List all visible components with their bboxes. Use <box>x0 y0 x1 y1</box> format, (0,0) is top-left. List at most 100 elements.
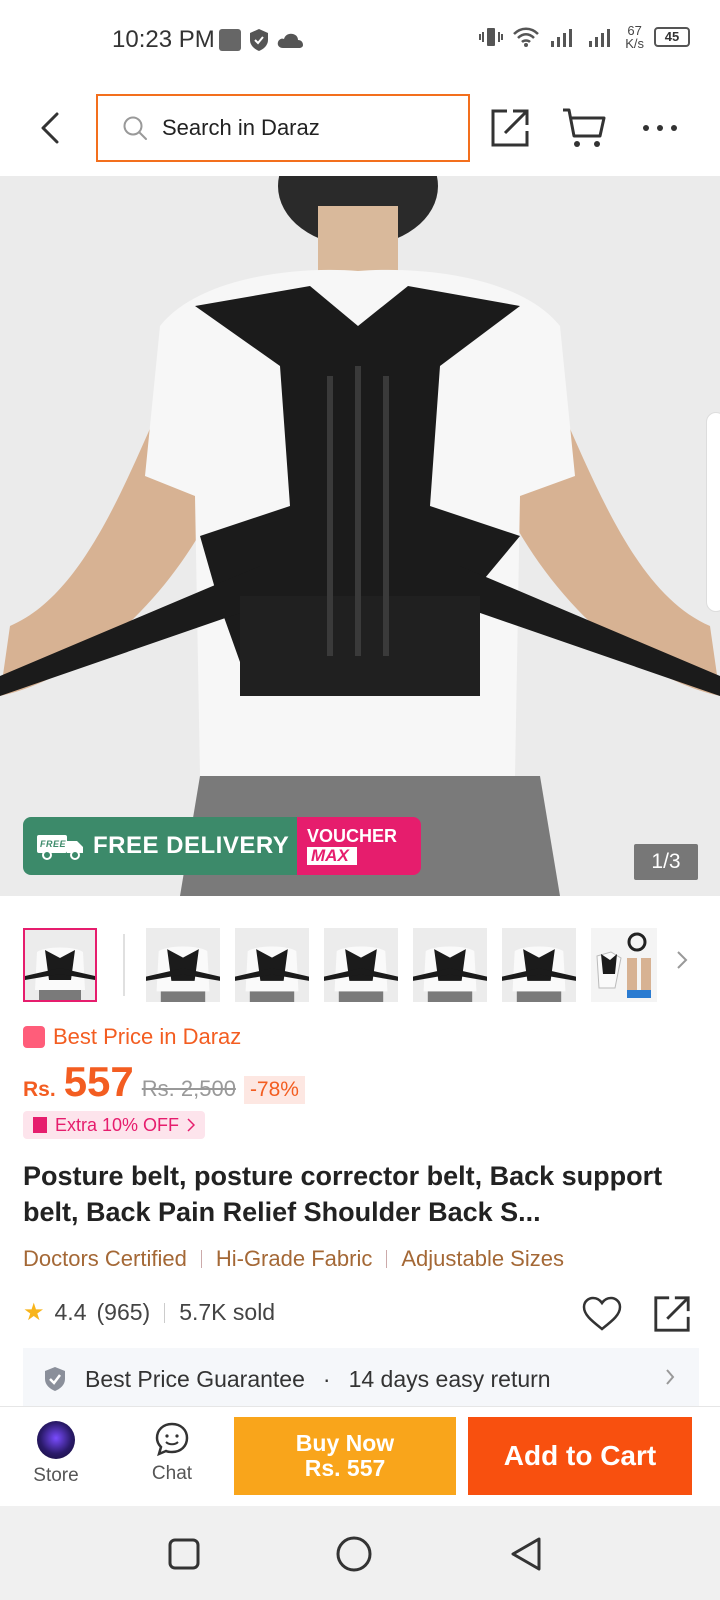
bottom-action-bar: Store Chat Buy Now Rs. 557 Add to Cart <box>0 1406 720 1506</box>
product-title: Posture belt, posture corrector belt, Ba… <box>23 1161 663 1227</box>
buy-now-button[interactable]: Buy Now Rs. 557 <box>234 1417 456 1495</box>
shield-icon <box>250 29 268 51</box>
shield-check-icon <box>45 1367 65 1391</box>
thumbnail-next-button[interactable] <box>676 950 688 976</box>
cloud-icon <box>277 33 303 48</box>
buy-now-price: Rs. 557 <box>304 1455 386 1481</box>
signal-icon-2 <box>589 29 611 47</box>
original-price: Rs. 2,500 <box>141 1076 236 1101</box>
thumbnail-image <box>324 928 398 1002</box>
product-main-image <box>0 176 720 896</box>
wifi-icon <box>513 27 540 47</box>
sold-count: 5.7K sold <box>179 1299 276 1325</box>
guarantee-row[interactable]: Best Price Guarantee · 14 days easy retu… <box>23 1348 699 1410</box>
side-panel-handle[interactable] <box>706 412 720 612</box>
feature-separator <box>386 1250 388 1268</box>
product-image-carousel[interactable] <box>0 176 720 896</box>
thumbnail-image <box>146 928 220 1002</box>
feature-item: Hi-Grade Fabric <box>215 1246 373 1271</box>
thumbnail-image <box>235 928 309 1002</box>
thumbnail-6[interactable] <box>502 928 576 1002</box>
network-speed: 67 K/s <box>625 24 644 50</box>
chat-icon <box>155 1422 189 1457</box>
thumbnail-1[interactable] <box>23 928 97 1002</box>
star-icon: ★ <box>23 1299 45 1326</box>
price-row: Rs. 557 Rs. 2,500 -78% <box>23 1058 305 1106</box>
more-options-button[interactable] <box>636 104 684 152</box>
feature-item: Doctors Certified <box>23 1246 187 1271</box>
home-button[interactable] <box>334 1534 374 1574</box>
free-tag-text: FREE <box>40 839 67 849</box>
product-share-button[interactable] <box>650 1292 694 1336</box>
cart-icon <box>563 108 606 147</box>
search-placeholder: Search in Daraz <box>162 115 320 140</box>
network-speed-unit: K/s <box>625 36 644 51</box>
voucher-max-label: MAX <box>307 847 357 865</box>
image-counter: 1/3 <box>634 844 698 880</box>
thumbnail-4[interactable] <box>324 928 398 1002</box>
thumbnail-image <box>25 930 95 1000</box>
guarantee-best-price: Best Price Guarantee <box>85 1365 305 1392</box>
best-price-label: Best Price in Daraz <box>53 1024 242 1049</box>
share-button[interactable] <box>486 104 534 152</box>
circle-icon <box>336 1536 372 1572</box>
extra-off-voucher[interactable]: Extra 10% OFF <box>23 1111 206 1139</box>
store-icon <box>37 1421 75 1459</box>
more-dots-icon <box>643 125 677 131</box>
store-button[interactable]: Store <box>16 1421 96 1497</box>
search-icon <box>123 116 147 140</box>
free-delivery-label: FREE DELIVERY <box>93 832 290 859</box>
thumbnail-strip <box>0 922 720 1002</box>
extra-off-label: Extra 10% OFF <box>55 1114 180 1135</box>
recent-apps-button[interactable] <box>164 1534 204 1574</box>
cart-button[interactable] <box>560 104 608 152</box>
search-input[interactable]: Search in Daraz <box>96 94 470 162</box>
store-label: Store <box>33 1465 79 1486</box>
heart-icon <box>582 1296 622 1331</box>
status-notification-icons <box>218 28 304 52</box>
thumbnail-7[interactable] <box>591 928 657 1002</box>
thumbnail-3[interactable] <box>235 928 309 1002</box>
chat-button[interactable]: Chat <box>132 1421 212 1497</box>
status-system-icons: 67 K/s 45 <box>479 24 690 50</box>
voucher-max-badge: VOUCHER MAX <box>297 817 421 875</box>
status-time: 10:23 PM <box>112 26 215 53</box>
battery-icon: 45 <box>654 27 690 47</box>
vibrate-icon <box>479 28 504 46</box>
promo-banner: FREE FREE DELIVERY VOUCHER MAX <box>23 817 421 875</box>
chevron-right-icon <box>665 1366 675 1392</box>
price-currency: Rs. <box>23 1078 56 1101</box>
feature-item: Adjustable Sizes <box>401 1246 564 1271</box>
add-to-cart-button[interactable]: Add to Cart <box>468 1417 692 1495</box>
app-notification-icon <box>219 29 241 51</box>
review-count: (965) <box>96 1299 151 1325</box>
status-bar: 10:23 PM 67 K/s 45 <box>0 0 720 80</box>
share-icon <box>654 1296 690 1332</box>
thumbnail-image <box>502 928 576 1002</box>
chat-label: Chat <box>151 1463 193 1484</box>
thumbnail-image <box>591 928 657 1002</box>
buy-now-label: Buy Now <box>295 1430 395 1456</box>
rating-row[interactable]: ★ 4.4 (965) 5.7K sold <box>23 1298 275 1327</box>
feature-separator <box>200 1250 202 1268</box>
best-price-icon <box>23 1026 45 1048</box>
triangle-back-icon <box>511 1537 541 1571</box>
product-features: Doctors Certified Hi-Grade Fabric Adjust… <box>23 1246 564 1272</box>
guarantee-return: 14 days easy return <box>348 1365 551 1392</box>
free-delivery-badge: FREE FREE DELIVERY <box>23 817 297 875</box>
discount-badge: -78% <box>243 1076 305 1104</box>
rating-value: 4.4 <box>54 1299 87 1325</box>
top-bar: Search in Daraz <box>0 80 720 176</box>
delivery-truck-icon: FREE <box>37 835 83 860</box>
chevron-left-icon <box>41 112 59 144</box>
system-back-button[interactable] <box>506 1534 546 1574</box>
back-button[interactable] <box>30 104 70 152</box>
thumbnail-5[interactable] <box>413 928 487 1002</box>
chevron-right-icon <box>187 1118 196 1132</box>
voucher-icon <box>33 1117 47 1133</box>
square-icon <box>168 1538 200 1570</box>
thumbnail-2[interactable] <box>146 928 220 1002</box>
thumbnail-image <box>413 928 487 1002</box>
chevron-right-icon <box>677 951 688 969</box>
wishlist-button[interactable] <box>580 1292 624 1336</box>
